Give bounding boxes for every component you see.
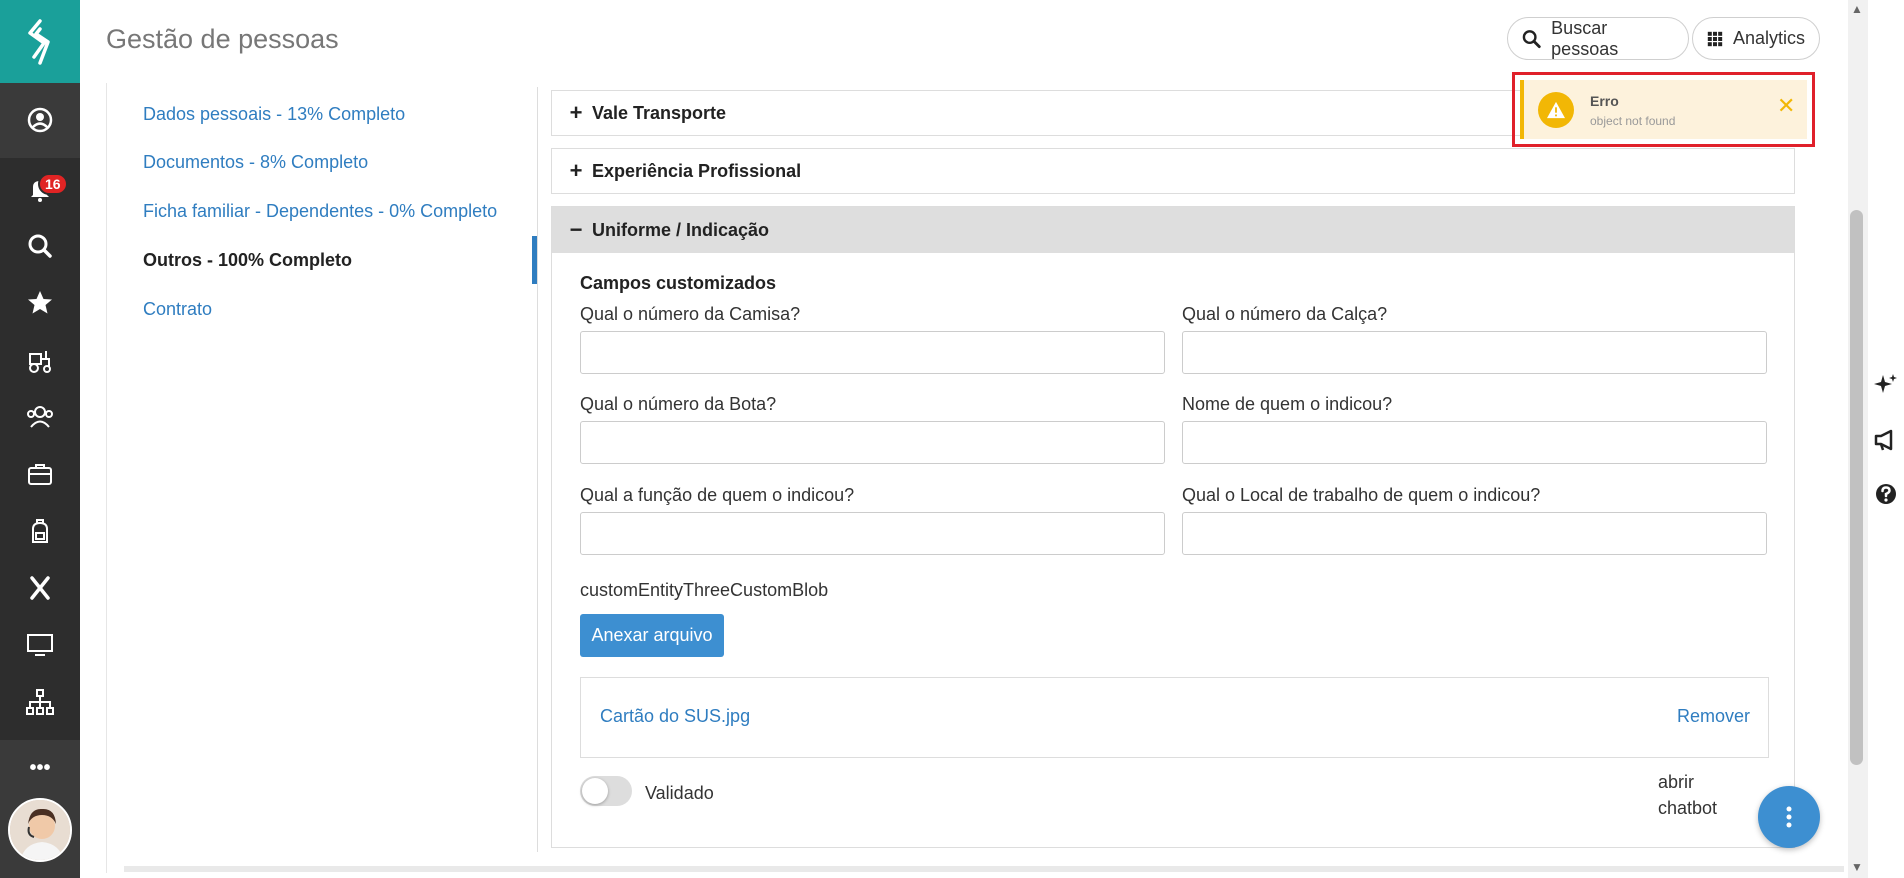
expand-icon: + [569,158,583,183]
expand-icon: + [569,100,583,125]
avatar[interactable] [8,798,72,862]
help-icon[interactable] [1873,481,1899,507]
accordion-title: Uniforme / Indicação [592,219,770,240]
collapse-icon: − [569,217,583,242]
toast-title: Erro [1590,93,1619,109]
briefcase-icon[interactable] [0,446,80,502]
backpack-icon[interactable] [0,503,80,559]
warning-icon [1538,92,1574,128]
attached-file-link[interactable]: Cartão do SUS.jpg [600,706,750,727]
section-link-documentos[interactable]: Documentos - 8% Completo [143,152,368,173]
active-section-indicator [532,236,537,284]
accordion-header[interactable]: + Experiência Profissional [552,149,1794,193]
referrer-role-label: Qual a função de quem o indicou? [580,485,855,505]
megaphone-icon[interactable] [1873,427,1899,453]
shirt-size-input[interactable] [580,331,1165,374]
search-icon[interactable] [0,218,80,274]
section-link-dados-pessoais[interactable]: Dados pessoais - 13% Completo [143,104,405,125]
chatbot-image-alt[interactable]: abrir chatbot [1658,769,1728,821]
accordion-header[interactable]: − Uniforme / Indicação [552,207,1794,253]
scroll-down-arrow[interactable]: ▼ [1850,860,1864,874]
section-link-ficha-familiar[interactable]: Ficha familiar - Dependentes - 0% Comple… [143,201,497,222]
validated-toggle[interactable] [580,776,632,806]
accordion-uniforme-indicacao: − Uniforme / Indicação Campos customizad… [551,206,1795,848]
pants-size-input[interactable] [1182,331,1767,374]
accordion-experiencia-profissional[interactable]: + Experiência Profissional [551,148,1795,194]
validated-label: Validado [645,783,714,803]
pants-size-label: Qual o número da Calça? [1182,304,1388,324]
referrer-name-label: Nome de quem o indicou? [1182,394,1393,414]
scroll-up-arrow[interactable]: ▲ [1850,2,1864,16]
section-link-outros[interactable]: Outros - 100% Completo [143,250,352,271]
section-link-contrato[interactable]: Contrato [143,299,212,320]
attached-file-row: Cartão do SUS.jpg Remover [580,677,1769,758]
monitor-icon[interactable] [0,617,80,673]
close-icon[interactable]: ✕ [1777,93,1795,119]
vertical-dots-icon [1786,806,1792,828]
star-icon[interactable] [0,275,80,331]
remove-file-link[interactable]: Remover [1677,706,1750,727]
org-chart-icon[interactable] [0,674,80,730]
custom-fields-title: Campos customizados [580,273,777,293]
brand-logo-icon [28,18,50,65]
analytics-label: Analytics [1732,28,1805,48]
more-actions-fab[interactable] [1758,786,1820,848]
bell-icon[interactable]: 16 [0,161,80,217]
top-header: Gestão de pessoas Buscar pessoas Analyti… [80,0,1868,78]
sparkle-icon[interactable] [1873,372,1899,398]
accordion-body: Campos customizados Qual o número da Cam… [552,253,1794,847]
accordion-title: Vale Transporte [592,102,727,123]
notification-badge: 16 [38,173,68,195]
content-bottom-border [124,866,1844,872]
search-people-button[interactable]: Buscar pessoas [1507,17,1689,60]
tractor-icon[interactable] [0,332,80,388]
search-icon [1522,29,1541,48]
boot-size-input[interactable] [580,421,1165,464]
brand-logo[interactable] [0,0,80,83]
attach-file-button[interactable]: Anexar arquivo [580,614,724,657]
app-root: 16 ••• Gestão de pessoas Buscar pessoas … [0,0,1904,878]
grid-icon [1707,31,1723,46]
page-title: Gestão de pessoas [106,24,339,54]
x-icon[interactable] [0,560,80,616]
blob-field-label: customEntityThreeCustomBlob [580,580,829,600]
toggle-knob [582,778,608,804]
referrer-workplace-label: Qual o Local de trabalho de quem o indic… [1182,485,1541,505]
more-icon[interactable]: ••• [0,740,80,796]
scrollbar-thumb[interactable] [1850,210,1863,765]
referrer-name-input[interactable] [1182,421,1767,464]
referrer-workplace-input[interactable] [1182,512,1767,555]
team-icon[interactable] [0,389,80,445]
accordion-title: Experiência Profissional [592,160,802,181]
left-navigation-rail: 16 ••• [0,0,80,878]
profile-icon[interactable] [0,92,80,148]
boot-size-label: Qual o número da Bota? [580,394,777,414]
shirt-size-label: Qual o número da Camisa? [580,304,801,324]
error-toast: Erro object not found ✕ [1520,80,1807,139]
search-people-label: Buscar pessoas [1551,17,1619,59]
toast-message: object not found [1590,114,1676,128]
referrer-role-input[interactable] [580,512,1165,555]
analytics-button[interactable]: Analytics [1692,17,1820,60]
sections-divider [537,87,538,852]
